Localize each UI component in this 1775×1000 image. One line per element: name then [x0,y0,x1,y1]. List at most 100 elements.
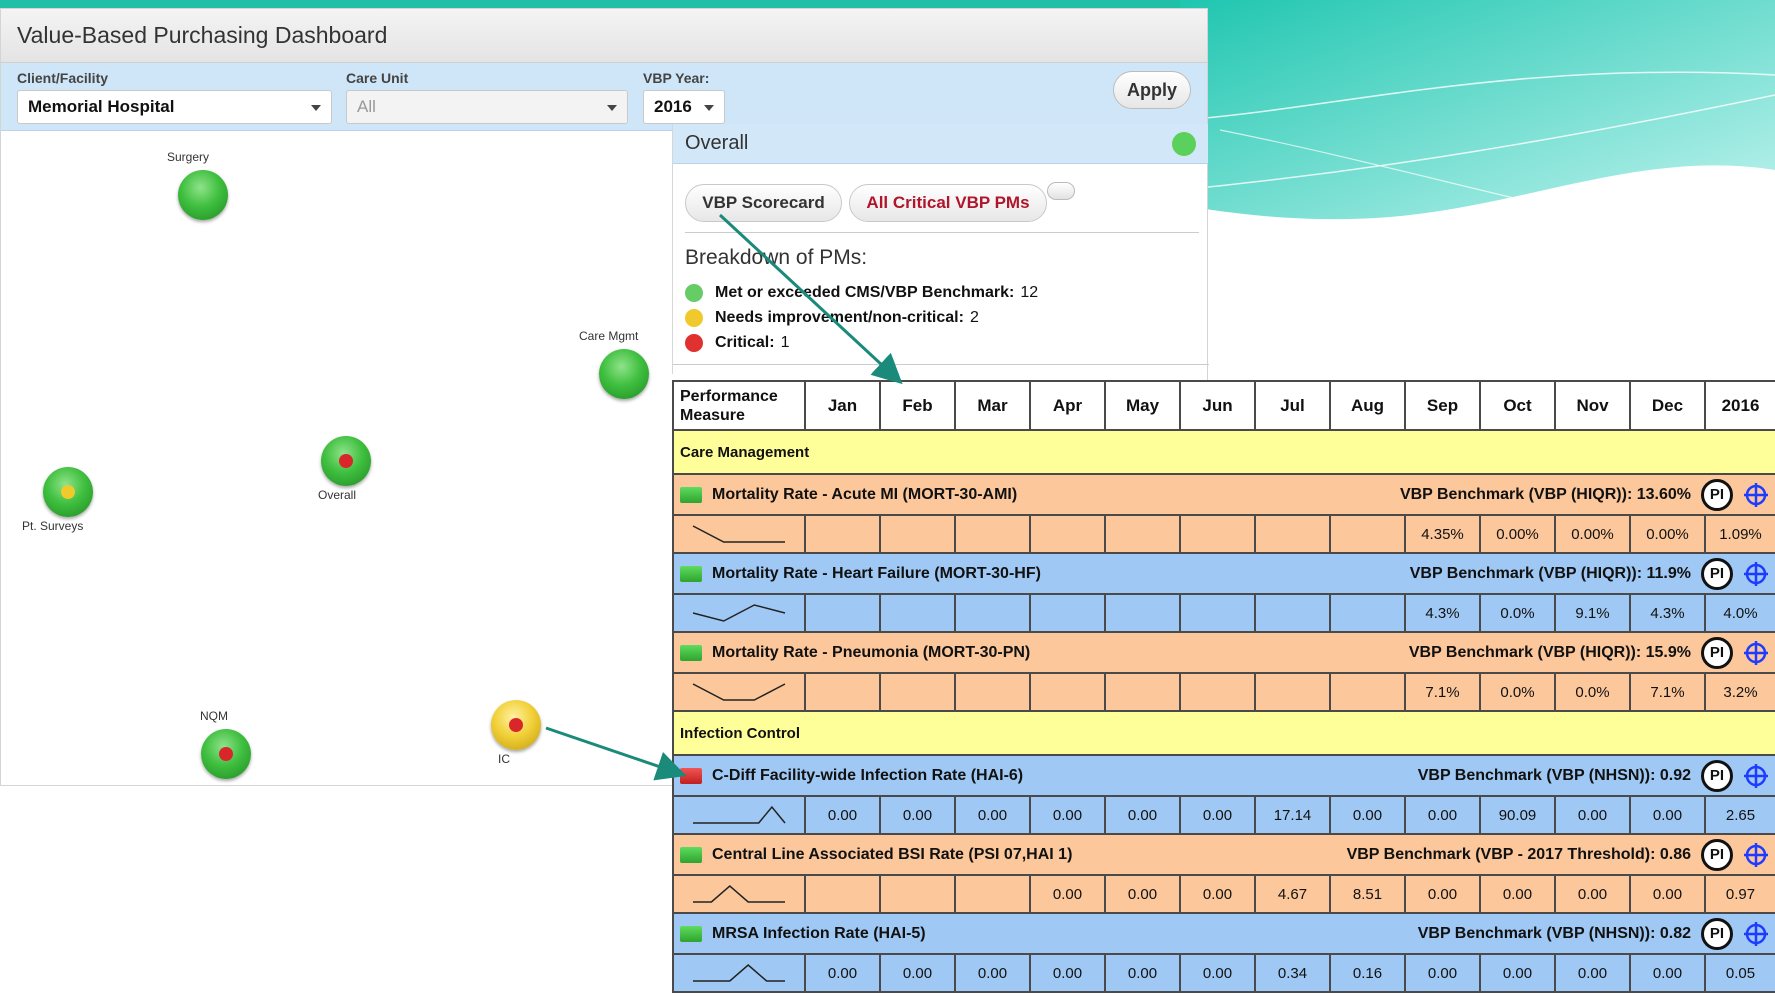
measure-name[interactable]: Central Line Associated BSI Rate (PSI 07… [712,846,1072,864]
crosshair-target-icon[interactable] [1743,640,1769,666]
value-cell-sep: 0.00 [1404,874,1481,914]
measure-header-cell: Mortality Rate - Acute MI (MORT-30-AMI) V… [672,473,1775,516]
header-month-may: May [1104,380,1181,431]
value-cell-mar [954,514,1031,554]
value-cell-sep: 4.35% [1404,514,1481,554]
ic-node[interactable] [491,700,541,750]
red-dot-icon [685,334,703,352]
value-cell-year: 1.09% [1704,514,1775,554]
value-cell-sep: 4.3% [1404,593,1481,633]
measure-benchmark: VBP Benchmark (VBP (NHSN)): 0.82 [1417,924,1691,942]
care-unit-select[interactable]: All [346,90,628,124]
toggle-button[interactable] [1047,182,1075,200]
client-facility-select[interactable]: Memorial Hospital [17,90,332,124]
pi-icon[interactable]: PI [1701,557,1733,590]
value-cell-year: 4.0% [1704,593,1775,633]
value-cell-feb: 0.00 [879,953,956,993]
section-row: Infection Control [672,710,1775,756]
value-cell-jul [1254,672,1331,712]
divider [685,232,1199,233]
measure-header-row[interactable]: Mortality Rate - Heart Failure (MORT-30-… [672,552,1775,595]
surgery-node[interactable] [178,170,228,220]
measure-name[interactable]: Mortality Rate - Pneumonia (MORT-30-PN) [712,644,1030,662]
pt-surveys-node[interactable] [43,467,93,517]
measure-name-group: MRSA Infection Rate (HAI-5) [680,925,926,943]
value-cell-dec: 7.1% [1629,672,1706,712]
crosshair-target-icon[interactable] [1743,561,1769,587]
value-cell-jun: 0.00 [1179,874,1256,914]
page: Value-Based Purchasing Dashboard Client/… [0,0,1775,1000]
nqm-node[interactable] [201,729,251,779]
pi-icon[interactable]: PI [1701,759,1733,792]
measure-name[interactable]: MRSA Infection Rate (HAI-5) [712,925,926,943]
value-cell-may: 0.00 [1104,795,1181,835]
title-bar: Value-Based Purchasing Dashboard [1,9,1207,63]
value-cell-sep: 0.00 [1404,795,1481,835]
pi-icon[interactable]: PI [1701,917,1733,950]
crosshair-target-icon[interactable] [1743,842,1769,868]
header-month-nov: Nov [1554,380,1631,431]
measure-header-row[interactable]: MRSA Infection Rate (HAI-5) VBP Benchmark… [672,912,1775,955]
measure-benchmark-group: VBP Benchmark (VBP (HIQR)): 11.9% PI [1410,557,1769,590]
status-flag-icon [680,565,702,582]
measure-header: Mortality Rate - Heart Failure (MORT-30-… [680,557,1769,590]
yellow-dot-icon [685,309,703,327]
care-unit-label: Care Unit [346,70,409,86]
breakdown-met-label: Met or exceeded CMS/VBP Benchmark: [715,284,1015,301]
client-facility-value: Memorial Hospital [28,97,175,116]
measure-header-cell: MRSA Infection Rate (HAI-5) VBP Benchmark… [672,912,1775,955]
value-cell-may: 0.00 [1104,953,1181,993]
overall-node[interactable] [321,436,371,486]
pi-icon[interactable]: PI [1701,636,1733,669]
value-cell-apr: 0.00 [1029,874,1106,914]
measure-header-row[interactable]: Mortality Rate - Pneumonia (MORT-30-PN) V… [672,631,1775,674]
apply-button[interactable]: Apply [1113,71,1191,109]
all-critical-vbp-pms-button[interactable]: All Critical VBP PMs [849,184,1047,222]
value-cell-dec: 0.00 [1629,874,1706,914]
vbp-year-value: 2016 [654,97,692,116]
header-month-mar: Mar [954,380,1031,431]
crosshair-target-icon[interactable] [1743,921,1769,947]
pi-icon[interactable]: PI [1701,478,1733,511]
header-month-jun: Jun [1179,380,1256,431]
measure-benchmark-group: VBP Benchmark (VBP (NHSN)): 0.92 PI [1418,759,1769,792]
overall-header: Overall [673,124,1208,164]
value-cell-mar [954,874,1031,914]
surgery-node-label: Surgery [167,150,210,164]
measure-header: MRSA Infection Rate (HAI-5) VBP Benchmark… [680,917,1769,950]
measure-header-row[interactable]: Central Line Associated BSI Rate (PSI 07… [672,833,1775,876]
status-flag-icon [680,925,702,942]
measure-name[interactable]: Mortality Rate - Heart Failure (MORT-30-… [712,565,1041,583]
measure-benchmark-group: VBP Benchmark (VBP (NHSN)): 0.82 PI [1417,917,1769,950]
critical-dot-icon [509,718,523,732]
value-cell-jun: 0.00 [1179,953,1256,993]
measure-name[interactable]: C-Diff Facility-wide Infection Rate (HAI… [712,767,1023,785]
value-cell-mar [954,593,1031,633]
value-cell-nov: 9.1% [1554,593,1631,633]
pi-icon[interactable]: PI [1701,838,1733,871]
measure-name[interactable]: Mortality Rate - Acute MI (MORT-30-AMI) [712,486,1017,504]
care-unit-value: All [357,97,376,116]
value-cell-aug [1329,593,1406,633]
vbp-year-select[interactable]: 2016 [643,90,725,124]
vbp-scorecard-button[interactable]: VBP Scorecard [685,184,842,222]
value-cell-jan [804,593,881,633]
status-indicator-icon [1172,131,1196,156]
measure-header-cell: Central Line Associated BSI Rate (PSI 07… [672,833,1775,876]
value-cell-nov: 0.0% [1554,672,1631,712]
care-mgmt-node[interactable] [599,349,649,399]
crosshair-target-icon[interactable] [1743,763,1769,789]
value-cell-jul: 17.14 [1254,795,1331,835]
measure-header-row[interactable]: Mortality Rate - Acute MI (MORT-30-AMI) V… [672,473,1775,516]
crosshair-target-icon[interactable] [1743,482,1769,508]
measure-header: Central Line Associated BSI Rate (PSI 07… [680,838,1769,871]
value-cell-feb [879,672,956,712]
measure-header-row[interactable]: C-Diff Facility-wide Infection Rate (HAI… [672,754,1775,797]
warning-dot-icon [61,485,75,499]
value-cell-apr [1029,514,1106,554]
bubble-map: Surgery Care Mgmt Overall Pt. Surveys NQ… [1,133,669,787]
care-mgmt-node-label: Care Mgmt [579,329,639,343]
value-cell-year: 0.05 [1704,953,1775,993]
measure-benchmark-group: VBP Benchmark (VBP (HIQR)): 13.60% PI [1400,478,1769,511]
measure-benchmark-group: VBP Benchmark (VBP (HIQR)): 15.9% PI [1409,636,1769,669]
